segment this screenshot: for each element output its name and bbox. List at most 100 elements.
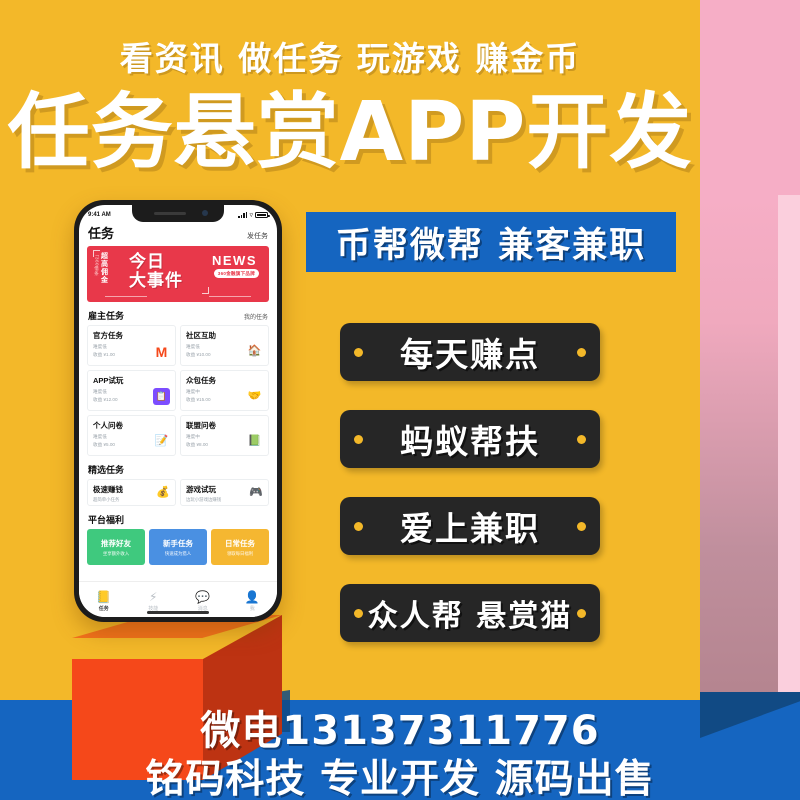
notebook-icon: 📗 [247, 435, 262, 447]
task-card[interactable]: 联盟问卷 难度中 收益 ¥8.00 📗 [180, 415, 269, 456]
tab-messages[interactable]: 💬 消息 [178, 591, 228, 612]
benefit-name: 新手任务 [163, 538, 193, 548]
phone-screen: 9:41 AM ▿ 任务 发任务 「360借条 超高佣金 今日 大事件 NEWS… [79, 205, 277, 617]
task-card[interactable]: 官方任务 难度低 收益 ¥1.00 M [87, 325, 176, 366]
benefit-sub: 坐享额外收入 [102, 550, 130, 556]
earpiece-speaker-icon [154, 212, 186, 215]
news-banner-rule-right [209, 296, 251, 297]
section-header-featured-tasks: 精选任务 [79, 456, 277, 479]
page-title: 任务悬赏APP开发 [7, 85, 693, 180]
benefit-grid: 推荐好友 坐享额外收入 新手任务 快速成为猎人 日常任务 领取每日福利 [79, 529, 277, 565]
section-title: 精选任务 [88, 465, 125, 475]
news-promo-banner[interactable]: 「360借条 超高佣金 今日 大事件 NEWS 360金融旗下品牌 [87, 246, 269, 302]
employer-task-grid: 官方任务 难度低 收益 ¥1.00 M 社区互助 难度低 收益 ¥10.00 🏠… [79, 325, 277, 456]
task-card[interactable]: 个人问卷 难度低 收益 ¥5.00 📝 [87, 415, 176, 456]
section-title: 雇主任务 [88, 311, 125, 321]
wifi-icon: ▿ [249, 211, 253, 219]
news-banner-rule-left [105, 296, 147, 297]
featured-card[interactable]: 游戏试玩 边玩小游戏边赚钱 🎮 [180, 479, 269, 506]
news-banner-vertical-text: 「360借条 超高佣金 [94, 252, 108, 284]
feature-badge-4-label: 众人帮 悬赏猫 [367, 599, 573, 634]
section-title: 平台福利 [88, 515, 125, 525]
featured-task-grid: 极速赚钱 超简单小任务 💰 游戏试玩 边玩小游戏边赚钱 🎮 [79, 479, 277, 506]
app-header: 任务 发任务 [79, 222, 277, 246]
task-card[interactable]: 社区互助 难度低 收益 ¥10.00 🏠 [180, 325, 269, 366]
signal-bars-icon [238, 212, 248, 218]
featured-card[interactable]: 极速赚钱 超简单小任务 💰 [87, 479, 176, 506]
feature-badge-3-label: 爱上兼职 [400, 509, 540, 548]
background-pink-gradient [700, 195, 778, 700]
feature-badge-2: 蚂蚁帮扶 [340, 410, 600, 468]
badge-dot-right-icon [577, 521, 586, 531]
money-bag-icon: 💰 [156, 486, 170, 498]
clipboard-icon: 📋 [153, 388, 170, 405]
bolt-icon: ⚡ [149, 589, 158, 604]
contact-company-line: 铭码科技 专业开发 源码出售 [145, 757, 655, 800]
background-pink-light-strip [778, 195, 800, 700]
feature-badge-2-label: 蚂蚁帮扶 [400, 422, 540, 461]
benefit-card[interactable]: 日常任务 领取每日福利 [211, 529, 269, 565]
news-banner-vertical-small: 「360借条 [94, 252, 100, 277]
benefit-sub: 领取每日福利 [226, 550, 254, 556]
task-name: 众包任务 [186, 376, 216, 385]
gamepad-icon: 🎮 [249, 486, 263, 498]
status-bar-time: 9:41 AM [88, 212, 111, 218]
bottom-tab-bar: 📒 任务 ⚡ 技能 💬 消息 👤 我 [79, 581, 277, 617]
task-card[interactable]: APP试玩 难度低 收益 ¥12.00 📋 [87, 370, 176, 411]
badge-dot-right-icon [577, 434, 586, 444]
section-header-employer-tasks: 雇主任务 我的任务 [79, 302, 277, 325]
task-name: 官方任务 [93, 331, 123, 340]
feature-badge-1-label: 每天赚点 [400, 335, 540, 374]
chat-icon: 💬 [195, 589, 211, 604]
kicker-text: 看资讯 做任务 玩游戏 赚金币 [119, 39, 581, 78]
app-title: 任务 [88, 226, 115, 241]
status-bar-icons: ▿ [238, 211, 270, 219]
feature-badge-4: 众人帮 悬赏猫 [340, 584, 600, 642]
benefit-name: 推荐好友 [101, 538, 131, 548]
notebook-icon: 📒 [96, 589, 112, 604]
tab-label: 我 [249, 605, 255, 612]
home-indicator [147, 611, 209, 614]
news-banner-line-1: 今日 [129, 252, 165, 271]
house-icon: 🏠 [247, 345, 262, 357]
badge-dot-left-icon [354, 434, 363, 444]
tab-label: 任务 [98, 605, 109, 612]
badge-dot-right-icon [577, 608, 586, 618]
survey-icon: 📝 [154, 435, 169, 447]
task-icon: M [155, 343, 168, 360]
task-name: APP试玩 [93, 376, 124, 385]
bracket-bottom-right-icon [202, 287, 209, 294]
feature-badge-1: 每天赚点 [340, 323, 600, 381]
phone-mockup: 9:41 AM ▿ 任务 发任务 「360借条 超高佣金 今日 大事件 NEWS… [74, 200, 282, 622]
blue-banner: 币帮微帮 兼客兼职 [306, 212, 676, 272]
publish-task-button[interactable]: 发任务 [247, 231, 268, 241]
phone-notch-icon [132, 205, 224, 222]
news-banner-headline: 今日 大事件 [129, 252, 183, 290]
badge-dot-right-icon [577, 347, 586, 357]
task-card[interactable]: 众包任务 难度中 收益 ¥15.00 🤝 [180, 370, 269, 411]
benefit-sub: 快速成为猎人 [164, 550, 192, 556]
section-header-platform-benefits: 平台福利 [79, 506, 277, 529]
benefit-card[interactable]: 新手任务 快速成为猎人 [149, 529, 207, 565]
blue-banner-label: 币帮微帮 兼客兼职 [335, 225, 647, 266]
front-camera-icon [202, 210, 208, 216]
news-banner-news-label: NEWS [212, 253, 257, 268]
badge-dot-left-icon [354, 521, 363, 531]
user-icon: 👤 [244, 589, 260, 604]
tab-profile[interactable]: 👤 我 [228, 591, 278, 612]
benefit-card[interactable]: 推荐好友 坐享额外收入 [87, 529, 145, 565]
news-banner-brand-tag: 360金融旗下品牌 [213, 269, 259, 278]
tab-skills[interactable]: ⚡ 技能 [129, 591, 179, 612]
battery-icon [255, 212, 270, 218]
handshake-icon: 🤝 [247, 390, 262, 402]
badge-dot-left-icon [354, 347, 363, 357]
task-name: 社区互助 [186, 331, 216, 340]
my-tasks-link[interactable]: 我的任务 [244, 312, 268, 321]
news-banner-line-2: 大事件 [129, 271, 183, 291]
news-banner-vertical-big: 超高佣金 [100, 252, 108, 284]
task-name: 联盟问卷 [186, 421, 216, 430]
poster-canvas: 看资讯 做任务 玩游戏 赚金币 任务悬赏APP开发 币帮微帮 兼客兼职 每天赚点… [0, 0, 800, 800]
feature-badge-3: 爱上兼职 [340, 497, 600, 555]
task-name: 个人问卷 [93, 421, 123, 430]
tab-tasks[interactable]: 📒 任务 [79, 591, 129, 612]
